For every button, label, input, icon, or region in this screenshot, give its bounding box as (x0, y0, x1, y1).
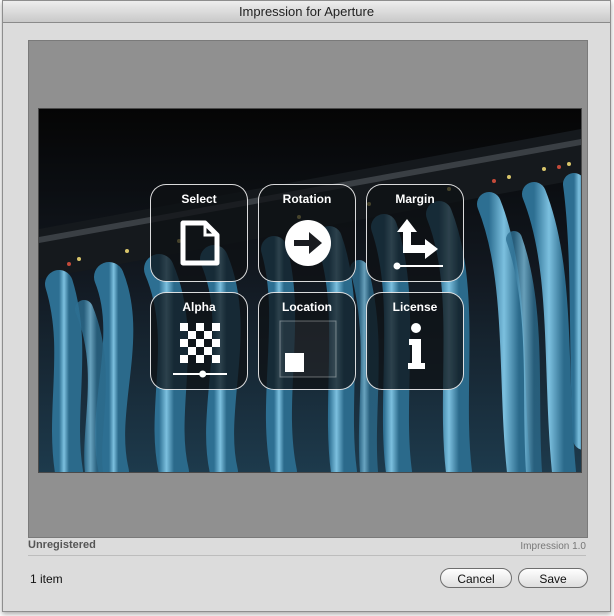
preview-area: Select Rotation Margin Alpha Location Li… (28, 40, 588, 538)
photo-preview: Select Rotation Margin Alpha Location Li… (38, 108, 582, 473)
info-icon (408, 323, 425, 369)
margin-tile[interactable]: Margin (366, 184, 464, 282)
cancel-button[interactable]: Cancel (440, 568, 512, 588)
position-square-icon (279, 320, 337, 378)
dialog-window: Impression for Aperture Select Rotation … (2, 0, 611, 612)
save-button[interactable]: Save (518, 568, 588, 588)
window-title: Impression for Aperture (3, 1, 610, 23)
alpha-slider[interactable] (151, 293, 249, 391)
rotation-tile[interactable]: Rotation (258, 184, 356, 282)
network-cables-photo (39, 109, 581, 472)
document-icon (180, 220, 220, 266)
alpha-tile[interactable]: Alpha (150, 292, 248, 390)
item-count: 1 item (30, 572, 63, 586)
arrow-right-circle-icon (285, 220, 331, 266)
select-tile[interactable]: Select (150, 184, 248, 282)
version-label: Impression 1.0 (520, 541, 586, 552)
license-tile[interactable]: License (366, 292, 464, 390)
footer-divider (28, 555, 586, 556)
location-tile[interactable]: Location (258, 292, 356, 390)
margin-slider[interactable] (367, 185, 465, 283)
registration-status: Unregistered (28, 539, 96, 551)
